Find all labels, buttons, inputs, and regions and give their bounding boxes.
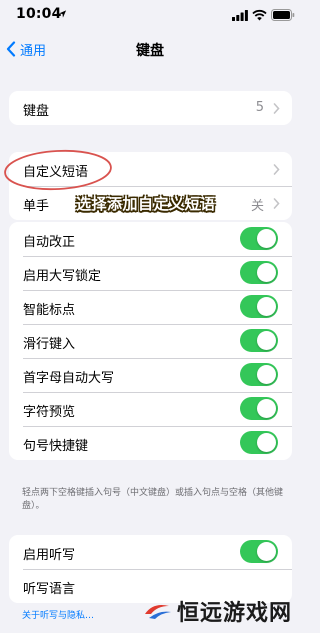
- keyboards-group: 键盘 5: [9, 91, 292, 125]
- slide-to-type-row: 滑行键入: [9, 324, 292, 358]
- character-preview-row: 字符预览: [9, 392, 292, 426]
- caps-lock-row: 启用大写锁定: [9, 256, 292, 290]
- period-shortcut-footnote: 轻点两下空格键插入句号（中文键盘）或插入句点与空格（其他键盘）。: [22, 488, 284, 511]
- toggle-knob: [257, 399, 276, 418]
- chevron-right-icon: [273, 164, 280, 175]
- smart-punctuation-row: 智能标点: [9, 290, 292, 324]
- toggle-knob: [257, 365, 276, 384]
- tutorial-caption: 选择添加自定义短语: [76, 195, 216, 213]
- enable-dictation-toggle[interactable]: [240, 540, 278, 563]
- watermark-text: 恒远游戏网: [176, 601, 292, 626]
- character-preview-label: 字符预览: [23, 405, 76, 420]
- period-shortcut-label: 句号快捷键: [23, 439, 89, 454]
- auto-capitalization-row: 首字母自动大写: [9, 358, 292, 392]
- toggle-knob: [257, 229, 276, 248]
- auto-capitalization-toggle[interactable]: [240, 363, 278, 386]
- cellular-signal-icon: [232, 10, 248, 21]
- smart-punctuation-toggle[interactable]: [240, 295, 278, 318]
- keyboards-label: 键盘: [23, 104, 50, 119]
- enable-dictation-row: 启用听写: [9, 535, 292, 569]
- toggle-knob: [257, 542, 276, 561]
- smart-punctuation-label: 智能标点: [23, 303, 76, 318]
- toggle-knob: [257, 297, 276, 316]
- location-arrow-icon: [58, 10, 67, 18]
- toggle-knob: [257, 263, 276, 282]
- keyboards-row[interactable]: 键盘 5: [9, 91, 292, 125]
- one-handed-keyboard-label: 单手: [23, 199, 50, 214]
- annotation-ellipse: [4, 149, 112, 191]
- auto-capitalization-label: 首字母自动大写: [23, 371, 115, 386]
- dictation-languages-label: 听写语言: [23, 582, 76, 597]
- wifi-icon: [252, 9, 267, 21]
- status-bar: 10:04: [0, 0, 300, 34]
- dictation-privacy-link[interactable]: 关于听写与隐私…: [22, 608, 94, 621]
- character-preview-toggle[interactable]: [240, 397, 278, 420]
- one-handed-keyboard-value: 关: [250, 199, 264, 214]
- keyboard-options-group: 自动改正 启用大写锁定 智能标点 滑行键入 首字母自动大写 字符预览 句号快捷键: [9, 222, 292, 460]
- auto-correction-toggle[interactable]: [240, 227, 278, 250]
- battery-icon: [271, 9, 295, 21]
- toggle-knob: [257, 433, 276, 452]
- caps-lock-label: 启用大写锁定: [23, 269, 102, 284]
- chevron-right-icon: [273, 103, 280, 114]
- toggle-knob: [257, 331, 276, 350]
- auto-correction-label: 自动改正: [23, 235, 76, 250]
- watermark-logo-icon: [144, 605, 171, 619]
- enable-dictation-label: 启用听写: [23, 548, 76, 563]
- chevron-right-icon: [273, 198, 280, 209]
- site-watermark: 恒远游戏网: [143, 595, 292, 627]
- keyboards-count: 5: [255, 100, 264, 115]
- status-time: 10:04: [16, 6, 62, 22]
- slide-to-type-toggle[interactable]: [240, 329, 278, 352]
- page-title: 键盘: [136, 43, 164, 59]
- caps-lock-toggle[interactable]: [240, 261, 278, 284]
- auto-correction-row: 自动改正: [9, 222, 292, 256]
- period-shortcut-toggle[interactable]: [240, 431, 278, 454]
- period-shortcut-row: 句号快捷键: [9, 426, 292, 460]
- slide-to-type-label: 滑行键入: [23, 337, 76, 352]
- navigation-bar: 通用 键盘: [0, 34, 300, 64]
- dictation-group: 启用听写 听写语言: [9, 535, 292, 603]
